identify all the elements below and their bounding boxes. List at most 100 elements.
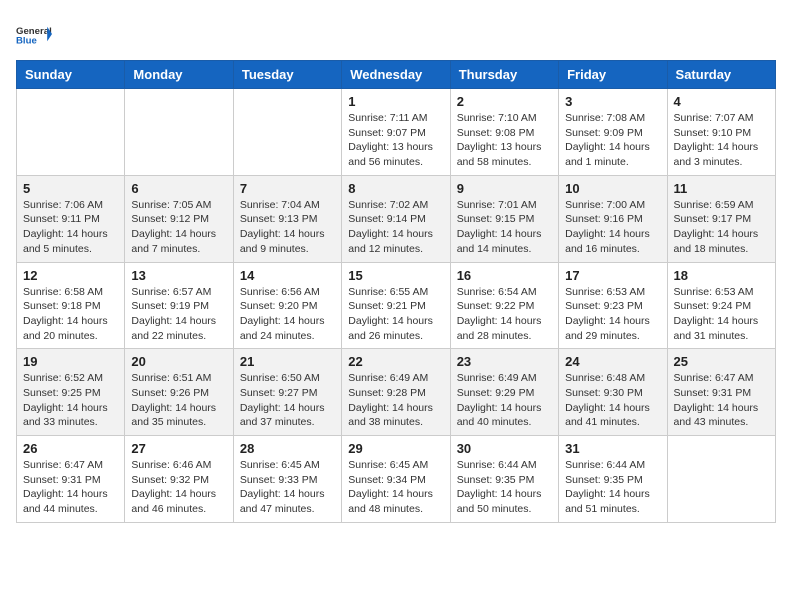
day-number: 6 [131,181,226,196]
day-info: Sunrise: 7:07 AM Sunset: 9:10 PM Dayligh… [674,111,769,170]
day-number: 28 [240,441,335,456]
day-number: 22 [348,354,443,369]
calendar-week-row: 12 Sunrise: 6:58 AM Sunset: 9:18 PM Dayli… [17,262,776,349]
calendar-cell: 19 Sunrise: 6:52 AM Sunset: 9:25 PM Dayli… [17,349,125,436]
calendar-cell: 11Sunrise: 6:59 AM Sunset: 9:17 PM Dayli… [667,175,775,262]
day-info: Sunrise: 6:48 AM Sunset: 9:30 PM Dayligh… [565,371,660,430]
calendar-cell: 22 Sunrise: 6:49 AM Sunset: 9:28 PM Dayli… [342,349,450,436]
calendar-cell: 15 Sunrise: 6:55 AM Sunset: 9:21 PM Dayli… [342,262,450,349]
calendar-cell: 8 Sunrise: 7:02 AM Sunset: 9:14 PM Daylig… [342,175,450,262]
logo: General Blue [16,16,52,52]
day-number: 24 [565,354,660,369]
calendar-cell: 17 Sunrise: 6:53 AM Sunset: 9:23 PM Dayli… [559,262,667,349]
calendar-cell [125,89,233,176]
calendar-cell: 30Sunrise: 6:44 AM Sunset: 9:35 PM Dayli… [450,436,558,523]
col-header-saturday: Saturday [667,61,775,89]
calendar-cell: 24 Sunrise: 6:48 AM Sunset: 9:30 PM Dayli… [559,349,667,436]
calendar-cell: 6 Sunrise: 7:05 AM Sunset: 9:12 PM Daylig… [125,175,233,262]
calendar-week-row: 19 Sunrise: 6:52 AM Sunset: 9:25 PM Dayli… [17,349,776,436]
day-info: Sunrise: 7:06 AM Sunset: 9:11 PM Dayligh… [23,198,118,257]
col-header-sunday: Sunday [17,61,125,89]
day-info: Sunrise: 6:58 AM Sunset: 9:18 PM Dayligh… [23,285,118,344]
calendar-week-row: 26 Sunrise: 6:47 AM Sunset: 9:31 PM Dayli… [17,436,776,523]
day-info: Sunrise: 6:50 AM Sunset: 9:27 PM Dayligh… [240,371,335,430]
day-number: 27 [131,441,226,456]
calendar: SundayMondayTuesdayWednesdayThursdayFrid… [16,60,776,523]
day-number: 2 [457,94,552,109]
day-number: 23 [457,354,552,369]
day-info: Sunrise: 6:53 AM Sunset: 9:23 PM Dayligh… [565,285,660,344]
day-number: 18 [674,268,769,283]
day-info: Sunrise: 7:08 AM Sunset: 9:09 PM Dayligh… [565,111,660,170]
day-info: Sunrise: 7:00 AM Sunset: 9:16 PM Dayligh… [565,198,660,257]
day-info: Sunrise: 6:44 AM Sunset: 9:35 PM Dayligh… [457,458,552,517]
day-info: Sunrise: 7:04 AM Sunset: 9:13 PM Dayligh… [240,198,335,257]
day-info: Sunrise: 6:49 AM Sunset: 9:28 PM Dayligh… [348,371,443,430]
day-number: 5 [23,181,118,196]
day-number: 9 [457,181,552,196]
col-header-monday: Monday [125,61,233,89]
calendar-cell: 1Sunrise: 7:11 AM Sunset: 9:07 PM Daylig… [342,89,450,176]
day-number: 13 [131,268,226,283]
calendar-cell: 7 Sunrise: 7:04 AM Sunset: 9:13 PM Daylig… [233,175,341,262]
day-number: 25 [674,354,769,369]
day-number: 17 [565,268,660,283]
day-number: 21 [240,354,335,369]
day-info: Sunrise: 6:53 AM Sunset: 9:24 PM Dayligh… [674,285,769,344]
calendar-cell: 20 Sunrise: 6:51 AM Sunset: 9:26 PM Dayli… [125,349,233,436]
calendar-cell: 26 Sunrise: 6:47 AM Sunset: 9:31 PM Dayli… [17,436,125,523]
day-number: 15 [348,268,443,283]
calendar-cell: 21 Sunrise: 6:50 AM Sunset: 9:27 PM Dayli… [233,349,341,436]
day-info: Sunrise: 6:54 AM Sunset: 9:22 PM Dayligh… [457,285,552,344]
calendar-week-row: 5 Sunrise: 7:06 AM Sunset: 9:11 PM Daylig… [17,175,776,262]
day-info: Sunrise: 6:57 AM Sunset: 9:19 PM Dayligh… [131,285,226,344]
day-number: 12 [23,268,118,283]
col-header-tuesday: Tuesday [233,61,341,89]
calendar-cell: 2 Sunrise: 7:10 AM Sunset: 9:08 PM Daylig… [450,89,558,176]
day-number: 14 [240,268,335,283]
col-header-thursday: Thursday [450,61,558,89]
logo-svg: General Blue [16,16,52,52]
calendar-cell: 25Sunrise: 6:47 AM Sunset: 9:31 PM Dayli… [667,349,775,436]
header: General Blue [16,16,776,52]
day-info: Sunrise: 6:44 AM Sunset: 9:35 PM Dayligh… [565,458,660,517]
calendar-cell: 16Sunrise: 6:54 AM Sunset: 9:22 PM Dayli… [450,262,558,349]
calendar-cell: 28 Sunrise: 6:45 AM Sunset: 9:33 PM Dayli… [233,436,341,523]
day-number: 29 [348,441,443,456]
day-number: 3 [565,94,660,109]
calendar-header-row: SundayMondayTuesdayWednesdayThursdayFrid… [17,61,776,89]
calendar-cell: 10Sunrise: 7:00 AM Sunset: 9:16 PM Dayli… [559,175,667,262]
calendar-cell: 5 Sunrise: 7:06 AM Sunset: 9:11 PM Daylig… [17,175,125,262]
calendar-cell: 3 Sunrise: 7:08 AM Sunset: 9:09 PM Daylig… [559,89,667,176]
day-number: 8 [348,181,443,196]
day-info: Sunrise: 6:45 AM Sunset: 9:34 PM Dayligh… [348,458,443,517]
day-info: Sunrise: 6:59 AM Sunset: 9:17 PM Dayligh… [674,198,769,257]
day-info: Sunrise: 7:02 AM Sunset: 9:14 PM Dayligh… [348,198,443,257]
day-info: Sunrise: 6:47 AM Sunset: 9:31 PM Dayligh… [23,458,118,517]
day-number: 20 [131,354,226,369]
calendar-week-row: 1Sunrise: 7:11 AM Sunset: 9:07 PM Daylig… [17,89,776,176]
calendar-cell: 13 Sunrise: 6:57 AM Sunset: 9:19 PM Dayli… [125,262,233,349]
day-number: 7 [240,181,335,196]
day-info: Sunrise: 7:05 AM Sunset: 9:12 PM Dayligh… [131,198,226,257]
day-number: 26 [23,441,118,456]
calendar-cell: 14 Sunrise: 6:56 AM Sunset: 9:20 PM Dayli… [233,262,341,349]
calendar-cell: 12 Sunrise: 6:58 AM Sunset: 9:18 PM Dayli… [17,262,125,349]
day-info: Sunrise: 6:49 AM Sunset: 9:29 PM Dayligh… [457,371,552,430]
calendar-cell: 18 Sunrise: 6:53 AM Sunset: 9:24 PM Dayli… [667,262,775,349]
day-number: 19 [23,354,118,369]
day-info: Sunrise: 7:01 AM Sunset: 9:15 PM Dayligh… [457,198,552,257]
day-info: Sunrise: 7:11 AM Sunset: 9:07 PM Dayligh… [348,111,443,170]
day-info: Sunrise: 6:51 AM Sunset: 9:26 PM Dayligh… [131,371,226,430]
day-info: Sunrise: 6:45 AM Sunset: 9:33 PM Dayligh… [240,458,335,517]
day-info: Sunrise: 6:46 AM Sunset: 9:32 PM Dayligh… [131,458,226,517]
calendar-cell [667,436,775,523]
day-info: Sunrise: 6:52 AM Sunset: 9:25 PM Dayligh… [23,371,118,430]
calendar-cell: 4Sunrise: 7:07 AM Sunset: 9:10 PM Daylig… [667,89,775,176]
day-info: Sunrise: 6:56 AM Sunset: 9:20 PM Dayligh… [240,285,335,344]
calendar-cell: 23 Sunrise: 6:49 AM Sunset: 9:29 PM Dayli… [450,349,558,436]
day-info: Sunrise: 6:55 AM Sunset: 9:21 PM Dayligh… [348,285,443,344]
day-info: Sunrise: 7:10 AM Sunset: 9:08 PM Dayligh… [457,111,552,170]
calendar-cell: 9 Sunrise: 7:01 AM Sunset: 9:15 PM Daylig… [450,175,558,262]
calendar-cell: 29 Sunrise: 6:45 AM Sunset: 9:34 PM Dayli… [342,436,450,523]
